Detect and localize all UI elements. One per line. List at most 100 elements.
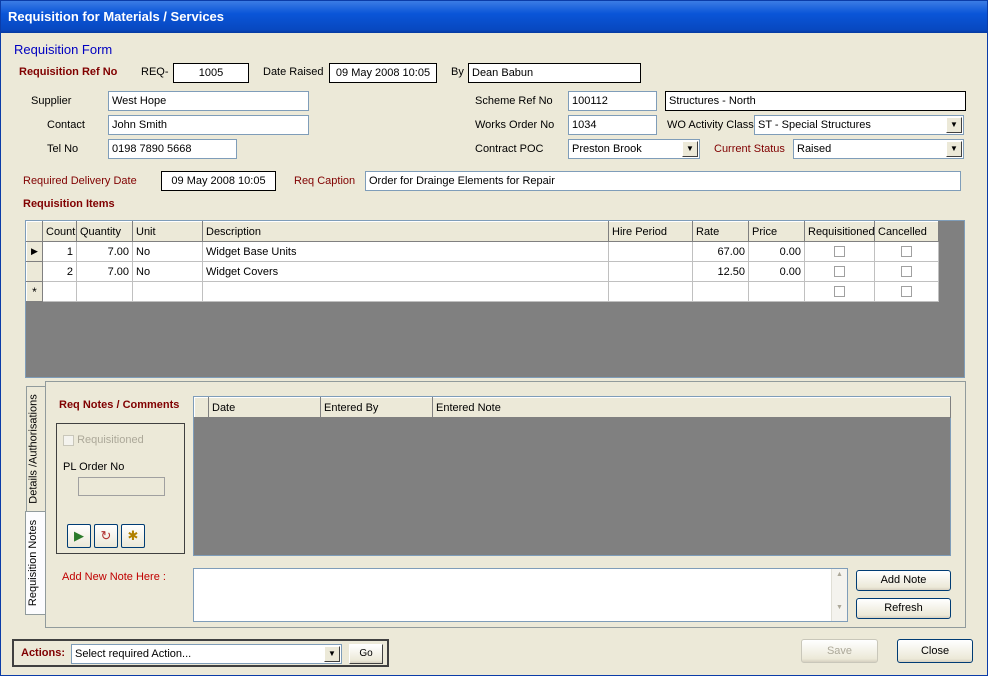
refresh-button[interactable]: Refresh <box>856 598 951 619</box>
column-header[interactable]: Count <box>42 221 77 242</box>
current-row-icon[interactable]: ▶ <box>26 241 43 262</box>
column-header[interactable]: Entered Note <box>432 397 951 418</box>
hire-period-cell[interactable] <box>608 261 693 282</box>
scheme-ref-field[interactable]: 100112 <box>568 91 657 111</box>
column-header[interactable]: Description <box>202 221 609 242</box>
rate-cell[interactable]: 67.00 <box>692 241 749 262</box>
rate-cell[interactable] <box>692 281 749 302</box>
count-cell[interactable] <box>42 281 77 302</box>
tab-label: Requisition Notes <box>27 519 40 607</box>
date-raised-field[interactable]: 09 May 2008 10:05 <box>329 63 437 83</box>
unit-cell[interactable] <box>132 281 203 302</box>
scroll-up-icon[interactable]: ▲ <box>832 571 847 578</box>
tab-requisition-notes[interactable]: Requisition Notes <box>25 511 45 615</box>
actions-value: Select required Action... <box>75 648 192 660</box>
close-button[interactable]: Close <box>897 639 973 663</box>
go-button[interactable]: Go <box>349 644 383 664</box>
requisition-status-box: Requisitioned PL Order No ▶ ↻ ✱ <box>56 423 185 554</box>
requisitioned-checkbox[interactable] <box>834 266 845 278</box>
by-field[interactable]: Dean Babun <box>468 63 641 83</box>
new-row[interactable]: * <box>26 281 939 302</box>
new-row-icon[interactable]: * <box>26 281 43 302</box>
column-header[interactable]: Unit <box>132 221 203 242</box>
wo-activity-select[interactable]: ST - Special Structures ▼ <box>754 115 964 135</box>
new-note-textarea[interactable]: ▲ ▼ <box>193 568 848 622</box>
scroll-down-icon[interactable]: ▼ <box>832 604 847 611</box>
status-select[interactable]: Raised ▼ <box>793 139 964 159</box>
requisitioned-checkbox[interactable] <box>834 286 845 298</box>
column-header[interactable]: Rate <box>692 221 749 242</box>
actions-select[interactable]: Select required Action... ▼ <box>71 644 342 664</box>
cancelled-checkbox[interactable] <box>901 286 912 298</box>
unit-cell[interactable]: No <box>132 261 203 282</box>
rate-cell[interactable]: 12.50 <box>692 261 749 282</box>
play-icon[interactable]: ▶ <box>67 524 91 548</box>
contact-field[interactable]: John Smith <box>108 115 309 135</box>
actions-bar: Actions: Select required Action... ▼ Go <box>12 639 389 667</box>
requisitioned-cell <box>804 261 875 282</box>
requisitioned-checkbox[interactable] <box>63 434 74 446</box>
chevron-down-icon[interactable]: ▼ <box>946 141 962 157</box>
price-cell[interactable] <box>748 281 805 302</box>
quantity-cell[interactable]: 7.00 <box>76 261 133 282</box>
count-cell[interactable]: 1 <box>42 241 77 262</box>
supplier-label: Supplier <box>31 95 72 107</box>
note-scrollbar[interactable]: ▲ ▼ <box>831 569 847 621</box>
column-header[interactable]: Requisitioned <box>804 221 875 242</box>
form-heading: Requisition Form <box>14 42 113 57</box>
hire-period-cell[interactable] <box>608 281 693 302</box>
row-selector[interactable] <box>26 261 43 282</box>
requisition-window: Requisition for Materials / Services Req… <box>0 0 988 676</box>
quantity-cell[interactable] <box>76 281 133 302</box>
tel-field[interactable]: 0198 7890 5668 <box>108 139 237 159</box>
table-row[interactable]: 2 7.00 No Widget Covers 12.50 0.00 <box>26 261 939 282</box>
supplier-field[interactable]: West Hope <box>108 91 309 111</box>
items-grid[interactable]: Count Quantity Unit Description Hire Per… <box>25 220 965 378</box>
column-header[interactable]: Entered By <box>320 397 433 418</box>
scheme-name-field[interactable]: Structures - North <box>665 91 966 111</box>
description-cell[interactable]: Widget Base Units <box>202 241 609 262</box>
requisitioned-label: Requisitioned <box>77 434 144 446</box>
delivery-date-field[interactable]: 09 May 2008 10:05 <box>161 171 276 191</box>
wo-activity-value: ST - Special Structures <box>758 119 871 131</box>
row-selector-header <box>26 221 43 242</box>
column-header[interactable]: Cancelled <box>874 221 939 242</box>
column-header[interactable]: Date <box>208 397 321 418</box>
delivery-label: Required Delivery Date <box>23 175 137 187</box>
items-table: Count Quantity Unit Description Hire Per… <box>26 221 939 302</box>
description-cell[interactable]: Widget Covers <box>202 261 609 282</box>
price-cell[interactable]: 0.00 <box>748 241 805 262</box>
chevron-down-icon[interactable]: ▼ <box>682 141 698 157</box>
column-header[interactable]: Hire Period <box>608 221 693 242</box>
works-order-field[interactable]: 1034 <box>568 115 657 135</box>
count-cell[interactable]: 2 <box>42 261 77 282</box>
pl-order-label: PL Order No <box>63 461 125 473</box>
contract-poc-select[interactable]: Preston Brook ▼ <box>568 139 700 159</box>
column-header[interactable]: Quantity <box>76 221 133 242</box>
refresh-icon[interactable]: ↻ <box>94 524 118 548</box>
notes-grid[interactable]: Date Entered By Entered Note <box>193 396 951 556</box>
unit-cell[interactable]: No <box>132 241 203 262</box>
items-header-row: Count Quantity Unit Description Hire Per… <box>26 221 939 242</box>
tab-details-authorisations[interactable]: Details /Authorisations <box>26 386 46 513</box>
status-label: Current Status <box>714 143 785 155</box>
cancelled-checkbox[interactable] <box>901 246 912 258</box>
description-cell[interactable] <box>202 281 609 302</box>
price-cell[interactable]: 0.00 <box>748 261 805 282</box>
cancelled-checkbox[interactable] <box>901 266 912 278</box>
save-button[interactable]: Save <box>801 639 878 663</box>
hire-period-cell[interactable] <box>608 241 693 262</box>
quantity-cell[interactable]: 7.00 <box>76 241 133 262</box>
ref-number-field[interactable]: 1005 <box>173 63 249 83</box>
date-raised-label: Date Raised <box>263 66 324 78</box>
chevron-down-icon[interactable]: ▼ <box>324 646 340 662</box>
new-folder-icon[interactable]: ✱ <box>121 524 145 548</box>
chevron-down-icon[interactable]: ▼ <box>946 117 962 133</box>
table-row[interactable]: ▶ 1 7.00 No Widget Base Units 67.00 0.00 <box>26 241 939 262</box>
requisitioned-checkbox[interactable] <box>834 246 845 258</box>
column-header[interactable]: Price <box>748 221 805 242</box>
pl-order-field[interactable] <box>78 477 165 496</box>
add-note-button[interactable]: Add Note <box>856 570 951 591</box>
caption-field[interactable]: Order for Drainge Elements for Repair <box>365 171 961 191</box>
cancelled-cell <box>874 241 939 262</box>
